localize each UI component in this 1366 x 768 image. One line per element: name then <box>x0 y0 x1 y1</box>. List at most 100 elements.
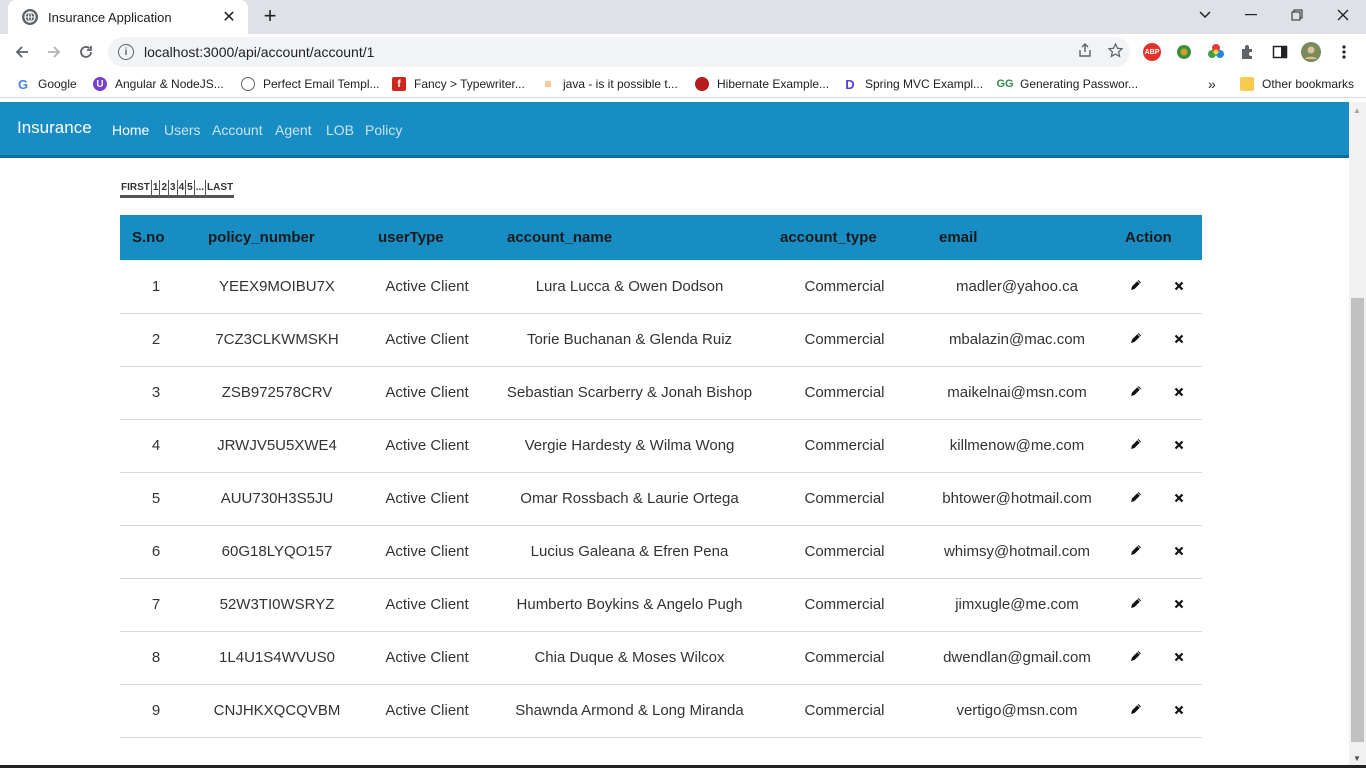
forward-arrow-icon[interactable] <box>40 38 68 66</box>
minimize-icon[interactable] <box>1228 0 1274 30</box>
bookmark-angular[interactable]: U Angular & NodeJS... <box>93 75 224 93</box>
color-picker-icon[interactable] <box>1206 42 1226 62</box>
nav-lob[interactable]: LOB <box>326 122 354 138</box>
delete-x-icon[interactable] <box>1174 596 1184 612</box>
cell-account-name: Omar Rossbach & Laurie Ortega <box>492 472 767 526</box>
edit-pencil-icon[interactable] <box>1130 543 1142 559</box>
site-info-icon[interactable]: i <box>118 44 134 60</box>
page-ellipsis[interactable]: ... <box>195 180 207 195</box>
profile-avatar[interactable] <box>1301 42 1321 62</box>
cell-account-name: Lucius Galeana & Efren Pena <box>492 525 767 579</box>
new-tab-button[interactable]: + <box>258 4 282 28</box>
extension-globe-icon[interactable] <box>1174 42 1194 62</box>
bookmark-fancy[interactable]: f Fancy > Typewriter... <box>392 75 525 93</box>
bookmark-email-templ[interactable]: Perfect Email Templ... <box>241 75 379 93</box>
page-scrollbar[interactable]: ▲ ▼ <box>1349 102 1366 768</box>
other-bookmarks[interactable]: Other bookmarks <box>1240 75 1354 93</box>
brand-logo[interactable]: Insurance <box>17 118 92 138</box>
cell-account-type: Commercial <box>767 684 922 738</box>
browser-tab[interactable]: Insurance Application ✕ <box>8 0 248 34</box>
gfg-icon: GG <box>996 78 1014 90</box>
bookmark-hibernate[interactable]: Hibernate Example... <box>695 75 829 93</box>
bookmarks-bar: G Google U Angular & NodeJS... Perfect E… <box>0 70 1366 98</box>
url-text[interactable]: localhost:3000/api/account/account/1 <box>144 44 1070 60</box>
nav-agent[interactable]: Agent <box>275 122 312 138</box>
address-bar[interactable]: i localhost:3000/api/account/account/1 <box>108 37 1130 67</box>
bookmark-geeksforgeeks[interactable]: GG Generating Passwor... <box>996 75 1138 93</box>
delete-x-icon[interactable] <box>1174 331 1184 347</box>
cell-sno: 1 <box>120 260 192 314</box>
adblock-icon[interactable]: ABP <box>1142 42 1162 62</box>
restore-icon[interactable] <box>1274 0 1320 30</box>
cell-sno: 8 <box>120 631 192 685</box>
edit-pencil-icon[interactable] <box>1130 702 1142 718</box>
cell-sno: 3 <box>120 366 192 420</box>
nav-home[interactable]: Home <box>112 122 149 138</box>
tab-search-icon[interactable] <box>1182 0 1228 30</box>
edit-pencil-icon[interactable] <box>1130 437 1142 453</box>
extensions-puzzle-icon[interactable] <box>1238 42 1258 62</box>
side-panel-icon[interactable] <box>1270 42 1290 62</box>
nav-account[interactable]: Account <box>212 122 263 138</box>
edit-pencil-icon[interactable] <box>1130 384 1142 400</box>
column-header: policy_number <box>208 229 315 246</box>
cell-user-type: Active Client <box>362 525 492 579</box>
page-5[interactable]: 5 <box>186 180 195 195</box>
page-first[interactable]: FIRST <box>120 180 152 195</box>
table-row: 6 60G18LYQO157 Active Client Lucius Gale… <box>120 525 1202 579</box>
delete-x-icon[interactable] <box>1174 649 1184 665</box>
cell-account-type: Commercial <box>767 313 922 367</box>
delete-x-icon[interactable] <box>1174 384 1184 400</box>
delete-x-icon[interactable] <box>1174 543 1184 559</box>
cell-email: mbalazin@mac.com <box>922 313 1112 367</box>
page-1[interactable]: 1 <box>152 180 161 195</box>
cell-sno: 2 <box>120 313 192 367</box>
browser-menu-icon[interactable] <box>1334 42 1354 62</box>
bookmark-star-icon[interactable] <box>1100 41 1130 62</box>
edit-pencil-icon[interactable] <box>1130 490 1142 506</box>
page-3[interactable]: 3 <box>169 180 178 195</box>
edit-pencil-icon[interactable] <box>1130 649 1142 665</box>
nav-policy[interactable]: Policy <box>365 122 402 138</box>
delete-x-icon[interactable] <box>1174 490 1184 506</box>
cell-email: madler@yahoo.ca <box>922 260 1112 314</box>
page-4[interactable]: 4 <box>178 180 187 195</box>
google-icon: G <box>17 76 29 92</box>
scroll-thumb[interactable] <box>1351 298 1364 742</box>
back-arrow-icon[interactable] <box>8 38 36 66</box>
edit-pencil-icon[interactable] <box>1130 331 1142 347</box>
delete-x-icon[interactable] <box>1174 437 1184 453</box>
cell-user-type: Active Client <box>362 260 492 314</box>
cell-account-type: Commercial <box>767 419 922 473</box>
cell-actions <box>1112 260 1202 314</box>
delete-x-icon[interactable] <box>1174 702 1184 718</box>
bookmark-stackoverflow[interactable]: ≡ java - is it possible t... <box>541 75 678 93</box>
cell-actions <box>1112 578 1202 632</box>
cell-actions <box>1112 366 1202 420</box>
cell-policy-number: 7CZ3CLKWMSKH <box>192 313 362 367</box>
bookmark-spring[interactable]: D Spring MVC Exampl... <box>843 75 983 93</box>
tab-close-icon[interactable]: ✕ <box>220 7 238 27</box>
scroll-up-icon[interactable]: ▲ <box>1353 106 1361 115</box>
bookmark-google[interactable]: G Google <box>16 75 77 93</box>
bookmark-label: java - is it possible t... <box>563 77 678 91</box>
share-icon[interactable] <box>1070 43 1100 61</box>
delete-x-icon[interactable] <box>1174 278 1184 294</box>
nav-users[interactable]: Users <box>164 122 201 138</box>
edit-pencil-icon[interactable] <box>1130 596 1142 612</box>
globe-icon <box>241 77 255 91</box>
cell-user-type: Active Client <box>362 631 492 685</box>
other-bookmarks-label: Other bookmarks <box>1262 77 1355 91</box>
table-row: 1 YEEX9MOIBU7X Active Client Lura Lucca … <box>120 260 1202 314</box>
scroll-down-icon[interactable]: ▼ <box>1353 754 1361 763</box>
bookmarks-overflow-button[interactable]: » <box>1208 75 1216 93</box>
edit-pencil-icon[interactable] <box>1130 278 1142 294</box>
cell-sno: 7 <box>120 578 192 632</box>
cell-actions <box>1112 472 1202 526</box>
reload-icon[interactable] <box>72 38 100 66</box>
page-2[interactable]: 2 <box>160 180 170 195</box>
cell-policy-number: 52W3TI0WSRYZ <box>192 578 362 632</box>
window-close-icon[interactable] <box>1320 0 1366 30</box>
table-row: 5 AUU730H3S5JU Active Client Omar Rossba… <box>120 472 1202 526</box>
page-last[interactable]: LAST <box>206 180 234 195</box>
